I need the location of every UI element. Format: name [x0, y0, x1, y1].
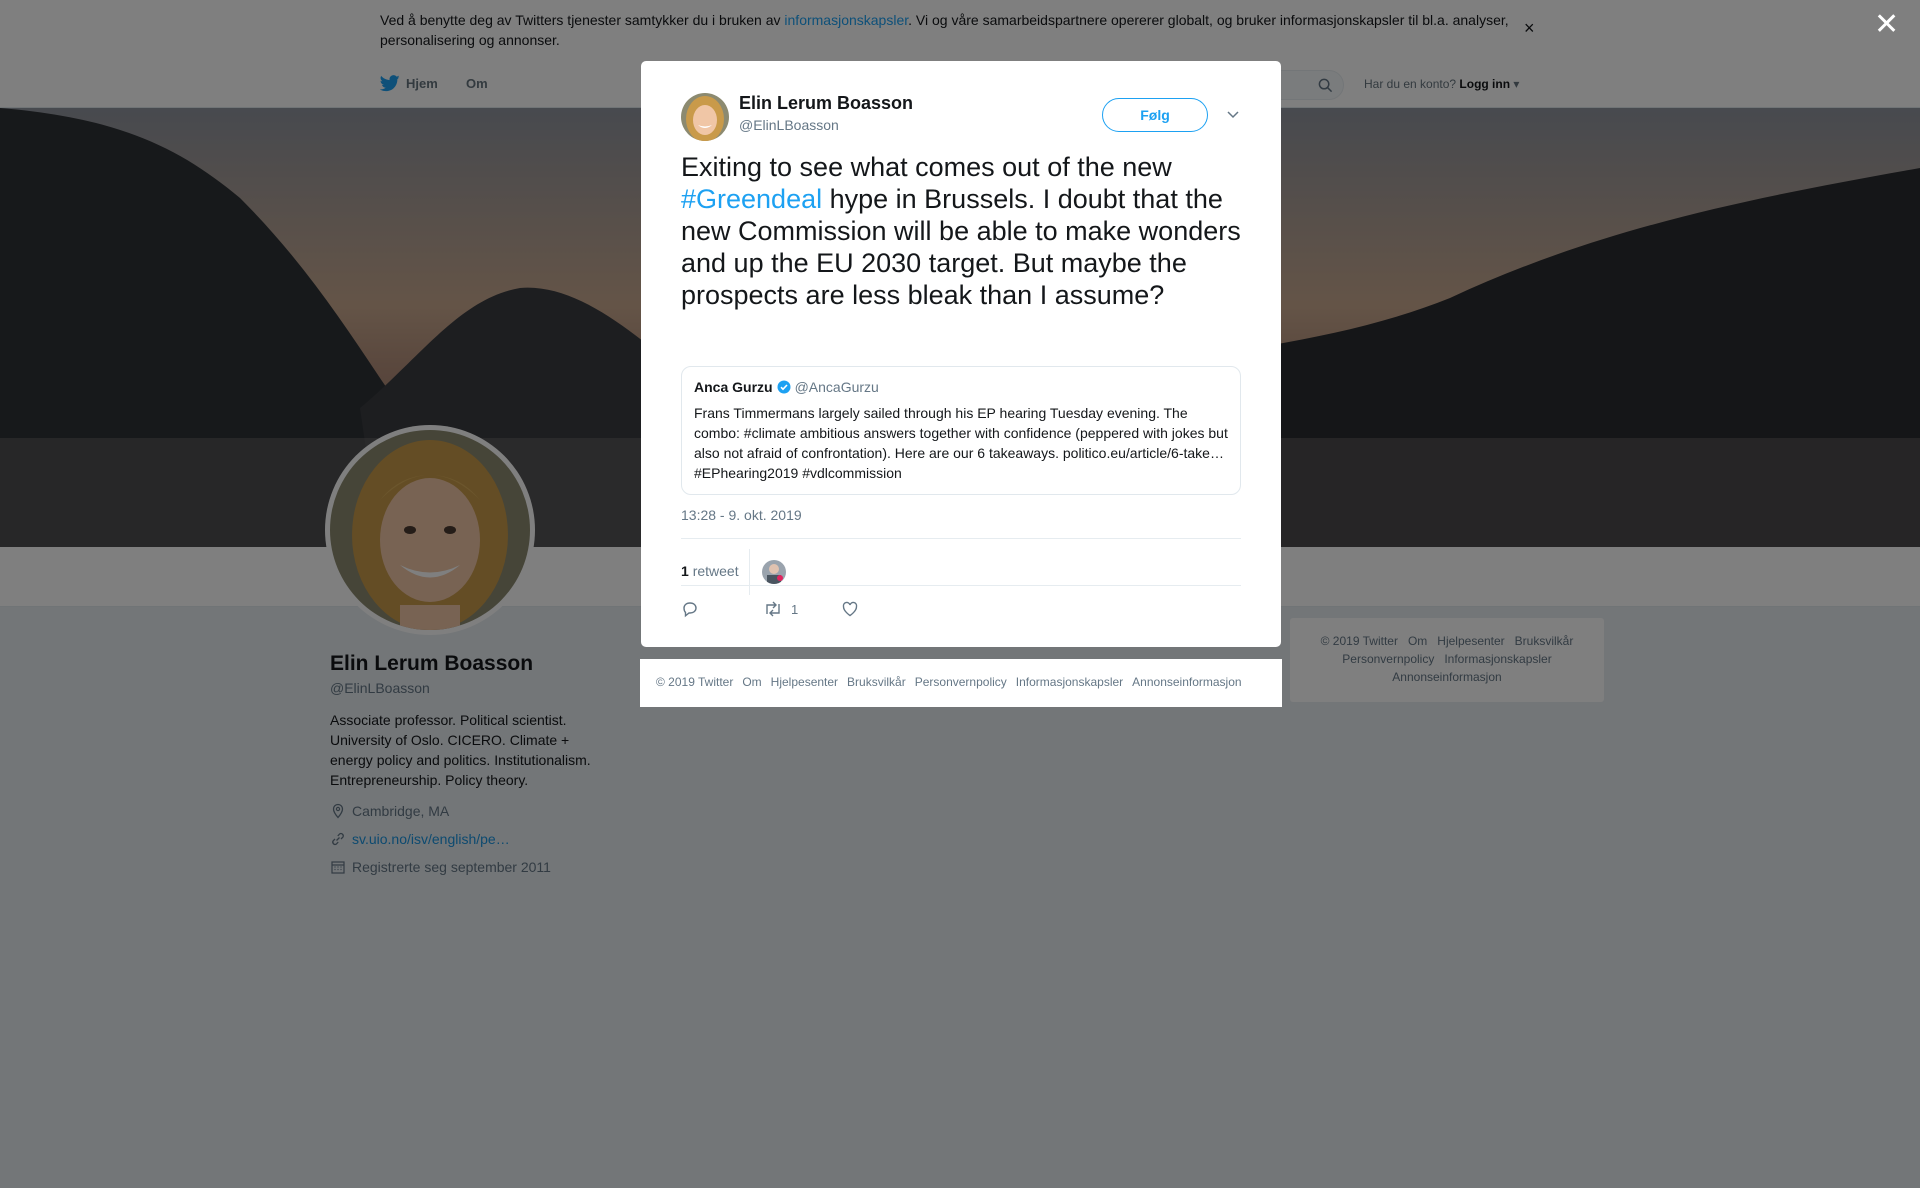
verified-badge-icon [777, 380, 791, 394]
divider [749, 549, 750, 595]
follow-button[interactable]: Følg [1102, 98, 1208, 132]
retweet-count: 1 [791, 601, 799, 617]
footer-link-privacy[interactable]: Personvernpolicy [915, 675, 1007, 689]
retweet-stat[interactable]: 1 retweet [681, 563, 739, 579]
footer-link-cookies[interactable]: Informasjonskapsler [1016, 675, 1123, 689]
heart-icon [842, 601, 858, 617]
quoted-author-handle: @AncaGurzu [794, 379, 879, 395]
tweet-author-avatar[interactable] [681, 93, 729, 141]
footer-link-terms[interactable]: Bruksvilkår [847, 675, 906, 689]
retweet-button[interactable]: 1 [763, 600, 798, 618]
quoted-tweet-header: Anca Gurzu @AncaGurzu [694, 379, 1228, 395]
quoted-tweet-text: Frans Timmermans largely sailed through … [694, 405, 1228, 481]
tweet-author-handle[interactable]: @ElinLBoasson [739, 117, 839, 133]
modal-footer: © 2019 Twitter Om Hjelpesenter Bruksvilkår P… [640, 659, 1282, 707]
tweet-author-photo [681, 93, 729, 141]
quoted-tweet[interactable]: Anca Gurzu @AncaGurzu Frans Timmermans l… [681, 366, 1241, 495]
retweet-icon [766, 601, 780, 617]
tweet-text: Exiting to see what comes out of the new… [681, 152, 1241, 310]
tweet-author-name[interactable]: Elin Lerum Boasson [739, 93, 913, 114]
retweeter-photo [762, 560, 786, 584]
tweet-modal: Elin Lerum Boasson @ElinLBoasson Følg Ex… [641, 61, 1281, 647]
footer-link-about[interactable]: Om [742, 675, 761, 689]
divider [681, 585, 1241, 586]
footer-copyright: © 2019 Twitter [656, 675, 734, 689]
close-icon[interactable]: ✕ [1874, 10, 1899, 40]
tweet-stats: 1 retweet [681, 549, 1241, 595]
tweet-timestamp[interactable]: 13:28 - 9. okt. 2019 [681, 507, 802, 523]
chevron-down-icon[interactable] [1226, 107, 1240, 121]
like-button[interactable] [841, 600, 859, 618]
quoted-author-name: Anca Gurzu [694, 379, 773, 395]
footer-link-ads[interactable]: Annonseinformasjon [1132, 675, 1241, 689]
footer-link-help[interactable]: Hjelpesenter [771, 675, 838, 689]
tweet-actions: 1 [681, 598, 981, 628]
divider [681, 538, 1241, 539]
retweeter-avatar[interactable] [762, 560, 786, 584]
hashtag-link[interactable]: #Greendeal [681, 184, 822, 214]
retweet-stat-label: retweet [692, 563, 739, 579]
reply-icon [683, 602, 697, 618]
retweet-stat-count: 1 [681, 563, 689, 579]
reply-button[interactable] [681, 600, 699, 618]
